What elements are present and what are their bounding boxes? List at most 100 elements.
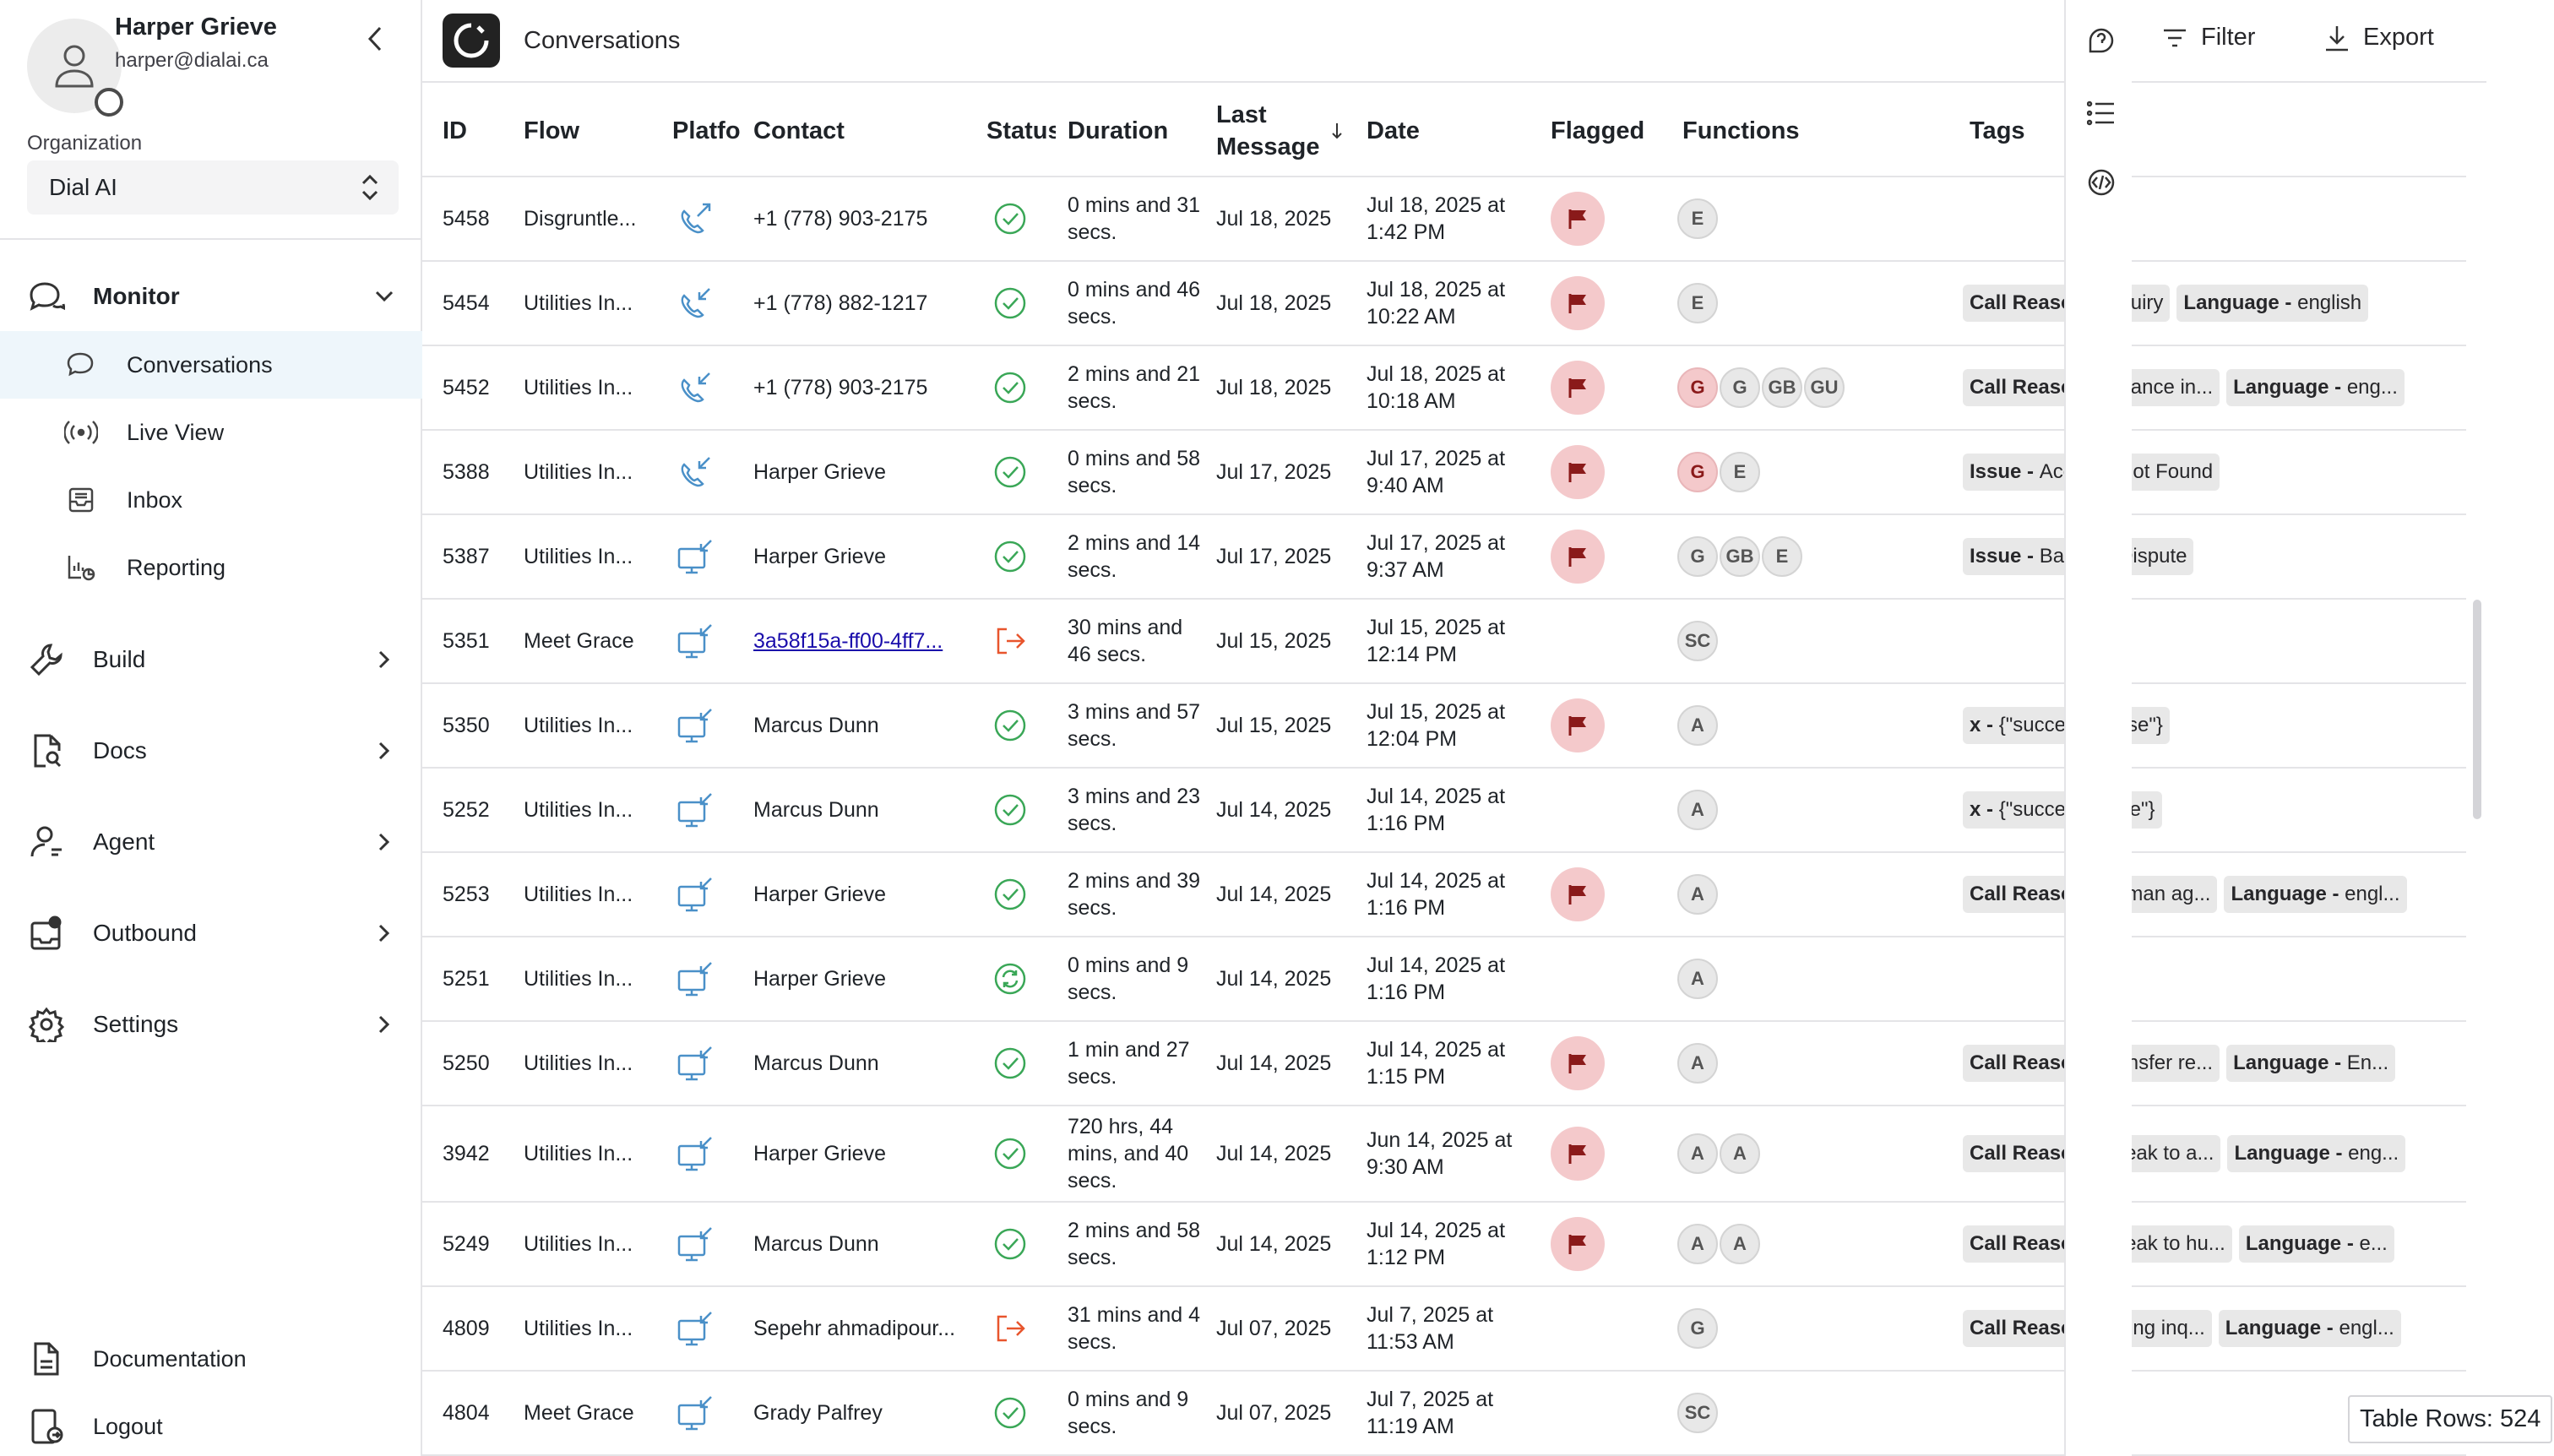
function-badge[interactable]: A [1720,1133,1760,1174]
function-badge[interactable]: E [1677,283,1718,323]
flag-icon[interactable] [1551,698,1605,752]
function-badge[interactable]: GB [1762,367,1802,408]
flag-icon[interactable] [1551,361,1605,415]
flag-icon[interactable] [1551,867,1605,921]
organization-select[interactable]: Dial AI [27,160,399,215]
tag-chip[interactable]: Language - eng... [2226,369,2405,406]
table-row[interactable]: 4804 Meet Grace Grady Palfrey 0 mins and… [422,1372,2466,1456]
table-row[interactable]: 5458 Disgruntle... +1 (778) 903-2175 0 m… [422,177,2466,262]
table-row[interactable]: 5388 Utilities In... Harper Grieve 0 min… [422,431,2466,515]
table-row[interactable]: 4809 Utilities In... Sepehr ahmadipour..… [422,1287,2466,1372]
function-badge[interactable]: E [1762,536,1802,577]
sidebar-item-reporting[interactable]: Reporting [0,534,422,601]
function-badge[interactable]: G [1720,367,1760,408]
function-badge[interactable]: SC [1677,621,1718,661]
cell-flagged[interactable] [1551,1287,1652,1370]
cell-flagged[interactable] [1551,1372,1652,1454]
help-chat-icon[interactable] [2084,24,2118,57]
cell-flagged[interactable] [1551,769,1652,851]
table-row[interactable]: 5250 Utilities In... Marcus Dunn 1 min a… [422,1022,2466,1106]
cell-flagged[interactable] [1551,177,1652,260]
function-badge[interactable]: A [1677,1133,1718,1174]
flag-icon[interactable] [1551,445,1605,499]
function-badge[interactable]: E [1677,198,1718,239]
cell-flagged[interactable] [1551,937,1652,1020]
sidebar-item-outbound[interactable]: Outbound [0,914,422,953]
cell-flagged[interactable] [1551,1106,1652,1201]
export-button[interactable]: Export [2324,24,2434,52]
tag-chip[interactable]: Language - engl... [2218,1310,2401,1347]
function-badge[interactable]: G [1677,536,1718,577]
flag-icon[interactable] [1551,192,1605,246]
table-row[interactable]: 5387 Utilities In... Harper Grieve 2 min… [422,515,2466,600]
sidebar-item-settings[interactable]: Settings [0,1005,422,1044]
table-row[interactable]: 5252 Utilities In... Marcus Dunn 3 mins … [422,769,2466,853]
function-badge[interactable]: GB [1720,536,1760,577]
table-row[interactable]: 5253 Utilities In... Harper Grieve 2 min… [422,853,2466,937]
tag-chip[interactable]: Language - engl... [2224,876,2407,913]
column-header-contact[interactable]: Contact [753,84,990,177]
table-row[interactable]: 5249 Utilities In... Marcus Dunn 2 mins … [422,1203,2466,1287]
function-badge[interactable]: SC [1677,1393,1718,1433]
table-row[interactable]: 5251 Utilities In... Harper Grieve 0 min… [422,937,2466,1022]
function-badge[interactable]: G [1677,367,1718,408]
cell-flagged[interactable] [1551,431,1652,513]
scrollbar-thumb[interactable] [2473,600,2481,819]
column-header-platform[interactable]: Platfo [672,84,747,177]
flag-icon[interactable] [1551,530,1605,584]
cell-flagged[interactable] [1551,1203,1652,1285]
sidebar-item-conversations[interactable]: Conversations [0,331,422,399]
function-badge[interactable]: G [1677,1308,1718,1349]
cell-flagged[interactable] [1551,600,1652,682]
cell-flagged[interactable] [1551,853,1652,936]
function-badge[interactable]: A [1677,790,1718,830]
column-header-flagged[interactable]: Flagged [1551,84,1669,177]
code-brackets-icon[interactable] [2084,166,2118,199]
cell-flagged[interactable] [1551,346,1652,429]
function-badge[interactable]: A [1677,1043,1718,1084]
column-header-flow[interactable]: Flow [524,84,659,177]
user-profile[interactable] [27,19,123,117]
collapse-sidebar-button[interactable] [358,22,392,56]
cell-flagged[interactable] [1551,515,1652,598]
tag-chip[interactable]: Language - e... [2238,1225,2394,1263]
tag-chip[interactable]: Language - En... [2226,1045,2396,1082]
cell-flagged[interactable] [1551,684,1652,767]
tag-chip[interactable]: Language - english [2176,285,2369,322]
column-header-status[interactable]: Status [986,84,1056,177]
function-badge[interactable]: A [1677,1224,1718,1264]
flag-icon[interactable] [1551,1217,1605,1271]
sort-descending-icon[interactable] [1331,84,1356,177]
table-row[interactable]: 5351 Meet Grace 3a58f15a-ff00-4ff7... 30… [422,600,2466,684]
sidebar-item-docs[interactable]: Docs [0,731,422,770]
sidebar-item-agent[interactable]: Agent [0,823,422,861]
table-row[interactable]: 3942 Utilities In... Harper Grieve 720 h… [422,1106,2466,1203]
function-badge[interactable]: A [1677,874,1718,915]
function-badge[interactable]: A [1720,1224,1760,1264]
flag-icon[interactable] [1551,1036,1605,1090]
function-badge[interactable]: A [1677,959,1718,999]
column-header-functions[interactable]: Functions [1682,84,1936,177]
sidebar-item-build[interactable]: Build [0,640,422,679]
sidebar-item-monitor[interactable]: Monitor [0,277,422,316]
column-header-id[interactable]: ID [443,84,519,177]
flag-icon[interactable] [1551,1127,1605,1181]
list-icon[interactable] [2084,96,2118,130]
column-header-duration[interactable]: Duration [1068,84,1220,177]
sidebar-item-logout[interactable]: Logout [0,1407,422,1446]
cell-contact[interactable]: 3a58f15a-ff00-4ff7... [753,600,981,682]
column-header-date[interactable]: Date [1367,84,1535,177]
cell-flagged[interactable] [1551,1022,1652,1105]
table-row[interactable]: 5454 Utilities In... +1 (778) 882-1217 0… [422,262,2466,346]
sidebar-item-inbox[interactable]: Inbox [0,466,422,534]
column-header-last-message[interactable]: Last Message [1216,84,1334,177]
avatar[interactable] [27,19,123,117]
tag-chip[interactable]: x - {"success":"true"} [1963,791,2162,829]
tag-chip[interactable]: Language - eng... [2227,1135,2406,1172]
flag-icon[interactable] [1551,276,1605,330]
filter-button[interactable]: Filter [2162,24,2255,52]
function-badge[interactable]: E [1720,452,1760,492]
cell-flagged[interactable] [1551,262,1652,345]
sidebar-item-documentation[interactable]: Documentation [0,1339,422,1378]
sidebar-item-live-view[interactable]: Live View [0,399,422,466]
